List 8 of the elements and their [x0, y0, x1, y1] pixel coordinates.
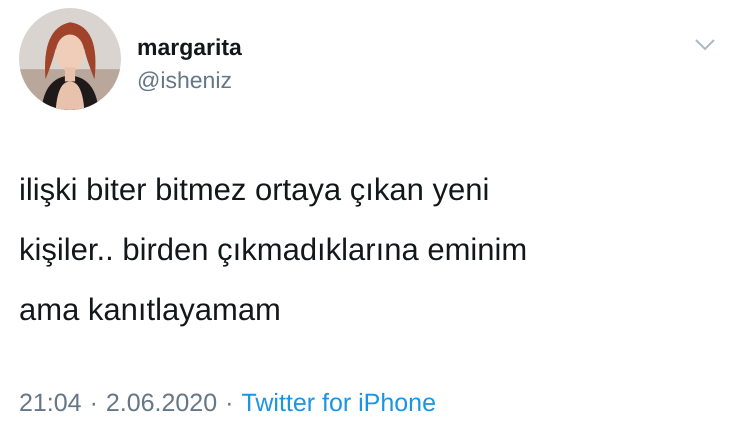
- display-name[interactable]: margarita: [137, 34, 242, 61]
- separator-dot: ·: [225, 389, 234, 418]
- chevron-down-icon[interactable]: [694, 38, 716, 52]
- tweet-text: ilişki biter bitmez ortaya çıkan yeni kişiler.. birden çıkmadıklarına eminim ama kanıtlayamam: [19, 171, 528, 329]
- tweet-date: 2.06.2020: [106, 389, 218, 418]
- separator-dot: ·: [90, 389, 98, 418]
- tweet-time: 21:04: [19, 389, 82, 418]
- username: @isheniz: [137, 67, 233, 94]
